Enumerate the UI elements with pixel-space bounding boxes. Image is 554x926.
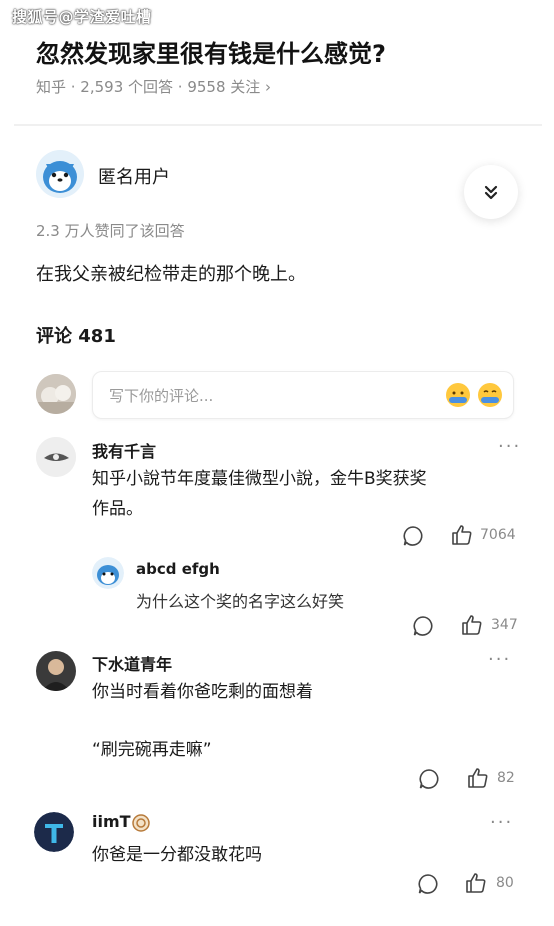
answer-author-name[interactable]: 匿名用户 [98, 163, 170, 189]
comment-input[interactable] [107, 372, 431, 420]
reply-icon[interactable] [412, 615, 434, 637]
anonymous-mascot-icon [36, 150, 84, 198]
reply-avatar[interactable] [92, 557, 124, 589]
emoji-applause-icon[interactable] [477, 382, 503, 408]
commenter-name[interactable]: 下水道青年 [92, 651, 172, 675]
like-count: 347 [491, 617, 518, 633]
more-options-icon[interactable]: ··· [498, 436, 521, 457]
like-icon[interactable] [466, 766, 490, 790]
more-options-icon[interactable]: ··· [488, 649, 511, 670]
question-title[interactable]: 忽然发现家里很有钱是什么感觉? [36, 34, 386, 69]
like-icon[interactable] [464, 871, 488, 895]
current-user-avatar [36, 374, 76, 414]
answer-content: 在我父亲被纪检带走的那个晚上。 [36, 264, 306, 285]
like-count: 80 [496, 875, 514, 891]
commenter-name[interactable]: 我有千言 [92, 438, 156, 462]
reply-icon[interactable] [417, 873, 439, 895]
double-chevron-down-icon [484, 185, 498, 200]
like-count: 82 [497, 770, 515, 786]
like-icon[interactable] [450, 523, 474, 547]
divider [14, 124, 542, 126]
like-count: 7064 [480, 527, 516, 543]
comment-text: 知乎小說节年度蕞佳微型小說，金牛B奖获奖 [92, 469, 427, 489]
emoji-shy-icon[interactable] [445, 382, 471, 408]
commenter-name[interactable]: iimT [92, 812, 131, 831]
comment-text: 你爸是一分都没敢花吗 [92, 845, 262, 865]
like-icon[interactable] [460, 613, 484, 637]
commenter-avatar[interactable] [36, 437, 76, 477]
reply-author-name[interactable]: abcd efgh [136, 560, 220, 578]
comment-text: 作品。 [92, 499, 143, 519]
comment-text: “刷完碗再走嘛” [92, 740, 212, 760]
comments-header: 评论 481 [36, 326, 116, 347]
watermark: 搜狐号@学渣爱吐槽 [12, 8, 152, 26]
comment-text: 你当时看着你爸吃剩的面想着 [92, 682, 313, 702]
collapse-button[interactable] [464, 165, 518, 219]
answer-likes-summary: 2.3 万人赞同了该回答 [36, 222, 185, 240]
badge-icon [132, 814, 150, 832]
comment-input-box[interactable] [92, 371, 514, 420]
more-options-icon[interactable]: ··· [490, 812, 513, 833]
reply-text: 为什么这个奖的名字这么好笑 [136, 592, 345, 611]
reply-icon[interactable] [402, 525, 424, 547]
commenter-avatar[interactable] [36, 651, 76, 691]
anonymous-avatar[interactable] [36, 150, 84, 198]
commenter-avatar[interactable] [34, 812, 74, 852]
reply-icon[interactable] [418, 768, 440, 790]
question-meta[interactable]: 知乎 · 2,593 个回答 · 9558 关注 › [36, 76, 271, 97]
